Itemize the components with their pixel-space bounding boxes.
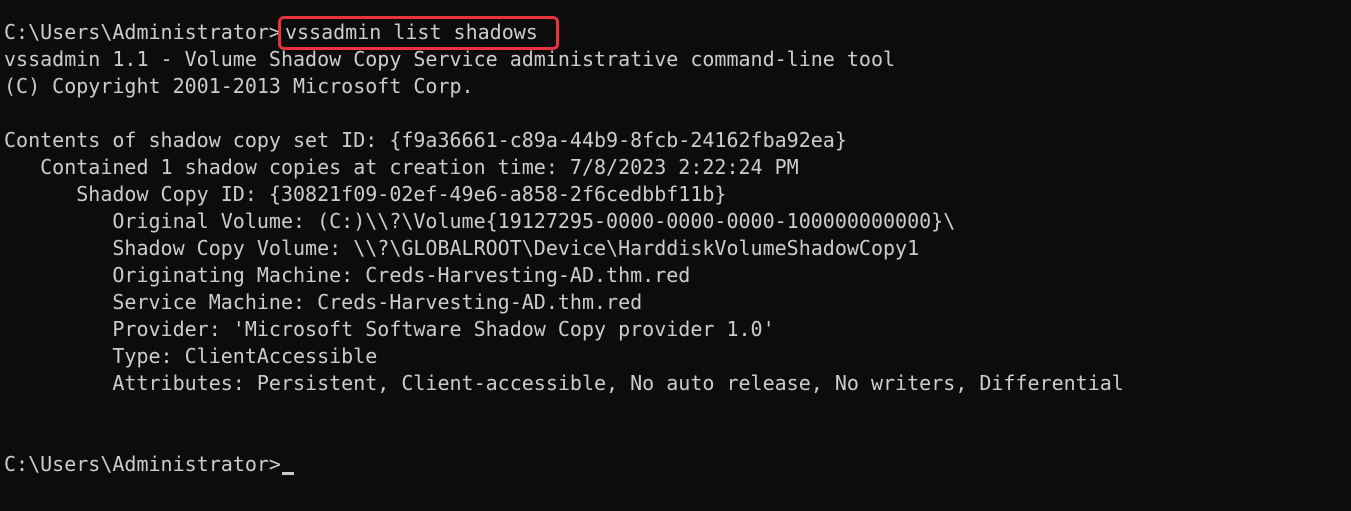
output-line: Shadow Copy Volume: \\?\GLOBALROOT\Devic… xyxy=(4,236,920,260)
output-line: Original Volume: (C:)\\?\Volume{19127295… xyxy=(4,209,956,233)
output-line: (C) Copyright 2001-2013 Microsoft Corp. xyxy=(4,74,474,98)
output-line: Service Machine: Creds-Harvesting-AD.thm… xyxy=(4,290,643,314)
text-cursor xyxy=(281,472,294,475)
output-line: Shadow Copy ID: {30821f09-02ef-49e6-a858… xyxy=(4,182,727,206)
prompt-text: C:\Users\Administrator> xyxy=(4,20,281,44)
input-line[interactable]: C:\Users\Administrator> xyxy=(0,451,1351,478)
terminal-window[interactable]: C:\Users\Administrator> vssadmin list sha… xyxy=(0,0,1351,511)
output-line: vssadmin 1.1 - Volume Shadow Copy Servic… xyxy=(4,47,896,71)
final-prompt-text: C:\Users\Administrator> xyxy=(4,452,281,476)
output-line: Type: ClientAccessible xyxy=(4,344,378,368)
output-line: Provider: 'Microsoft Software Shadow Cop… xyxy=(4,317,775,341)
output-line: Contents of shadow copy set ID: {f9a3666… xyxy=(4,128,847,152)
command-line: C:\Users\Administrator> vssadmin list sha… xyxy=(0,16,1351,50)
output-line: Attributes: Persistent, Client-accessibl… xyxy=(4,371,1124,395)
highlighted-command: vssadmin list shadows xyxy=(277,16,559,50)
output-line: Contained 1 shadow copies at creation ti… xyxy=(4,155,799,179)
output-line: Originating Machine: Creds-Harvesting-AD… xyxy=(4,263,691,287)
